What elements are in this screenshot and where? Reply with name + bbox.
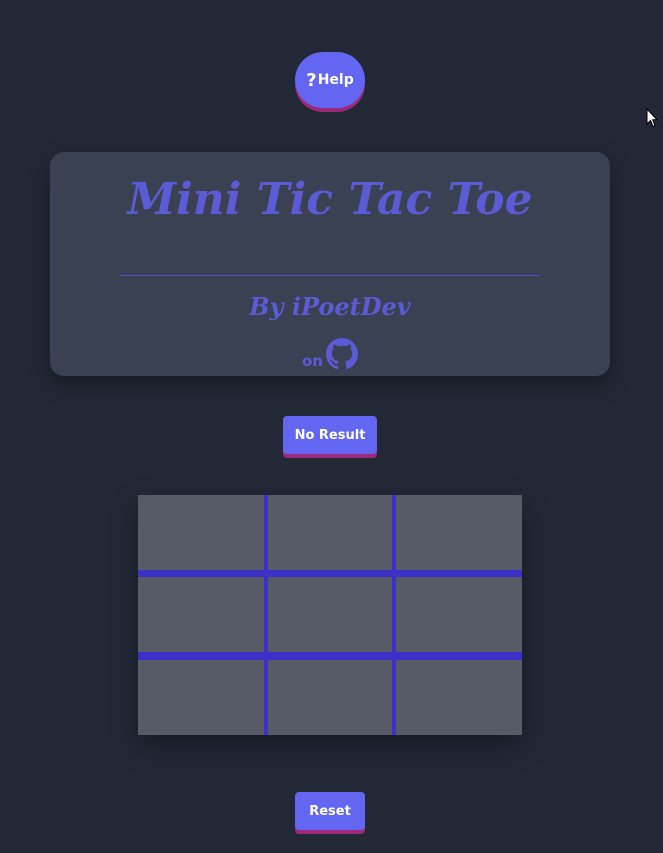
board-cell[interactable] bbox=[268, 495, 392, 570]
help-button[interactable]: ? Help bbox=[295, 52, 365, 108]
on-label: on bbox=[302, 352, 323, 370]
board-cell[interactable] bbox=[396, 660, 522, 735]
game-board bbox=[138, 495, 522, 735]
author-byline: By iPoetDev bbox=[249, 292, 411, 321]
result-button[interactable]: No Result bbox=[283, 416, 377, 454]
board-cell[interactable] bbox=[138, 660, 264, 735]
mouse-cursor-icon bbox=[646, 108, 658, 128]
reset-button[interactable]: Reset bbox=[295, 792, 365, 830]
board-cell[interactable] bbox=[268, 577, 392, 652]
page-title: Mini Tic Tac Toe bbox=[127, 174, 533, 225]
board-cell[interactable] bbox=[396, 577, 522, 652]
help-question-icon: ? bbox=[306, 69, 317, 91]
github-link-row: on bbox=[50, 338, 610, 370]
board-cell[interactable] bbox=[268, 660, 392, 735]
board-cell[interactable] bbox=[138, 495, 264, 570]
header-card: Mini Tic Tac Toe By iPoetDev on bbox=[50, 152, 610, 376]
header-divider bbox=[120, 275, 540, 276]
page: ? Help Mini Tic Tac Toe By iPoetDev on N… bbox=[0, 0, 663, 853]
board-cell[interactable] bbox=[138, 577, 264, 652]
github-icon[interactable] bbox=[325, 338, 358, 370]
help-button-label: Help bbox=[317, 72, 354, 88]
board-cell[interactable] bbox=[396, 495, 522, 570]
